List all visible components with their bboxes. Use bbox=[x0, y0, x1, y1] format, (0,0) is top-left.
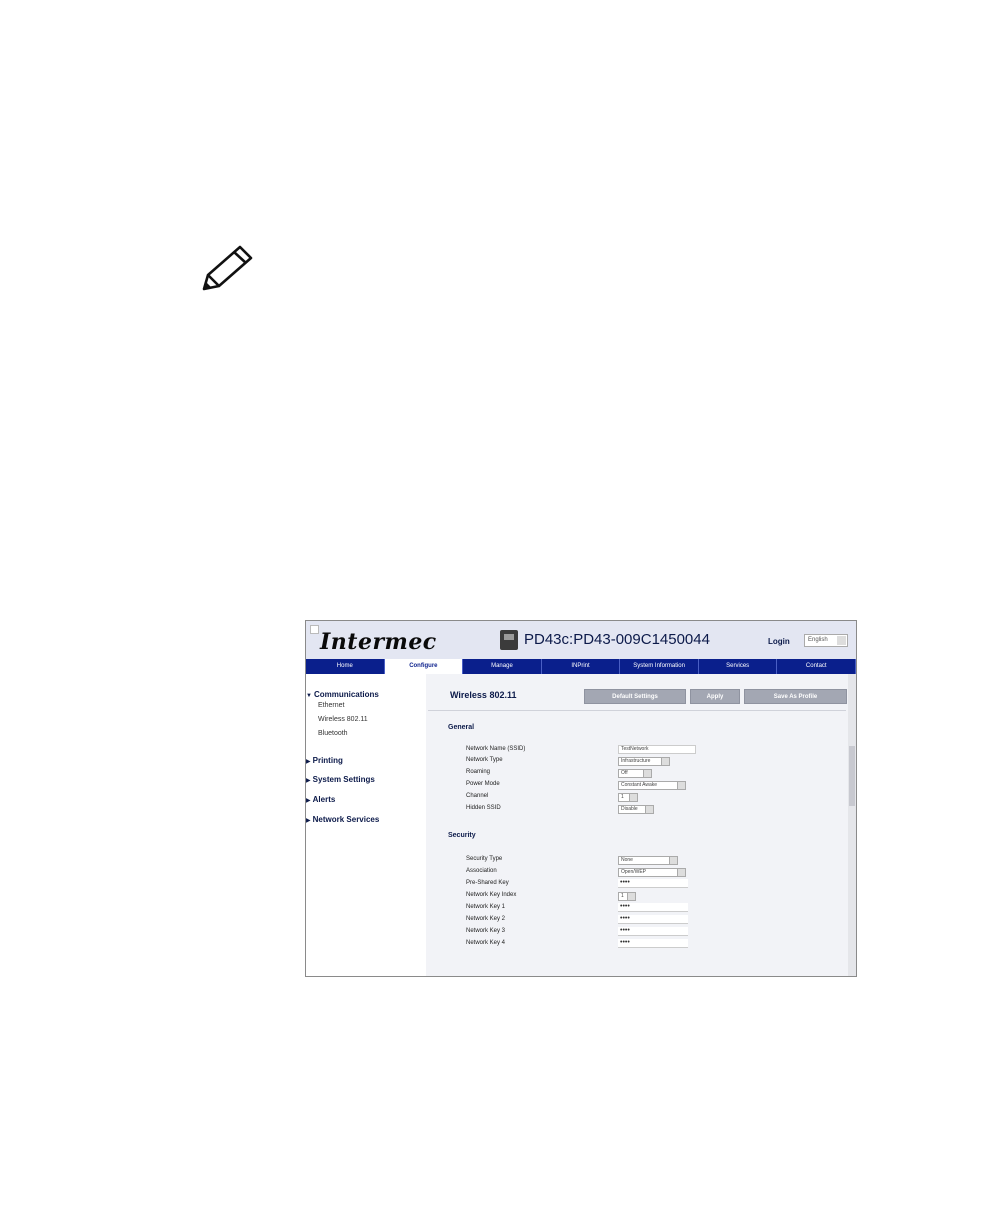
association-select[interactable]: Open/WEP bbox=[618, 868, 686, 877]
language-value: English bbox=[808, 637, 828, 643]
roaming-select[interactable]: Off bbox=[618, 769, 652, 778]
dropdown-arrow-icon bbox=[645, 806, 653, 813]
page-title: Wireless 802.11 bbox=[450, 690, 517, 700]
default-settings-button[interactable]: Default Settings bbox=[584, 689, 686, 704]
network-key-2-input[interactable]: •••• bbox=[618, 915, 688, 924]
label-network-key-index: Network Key Index bbox=[466, 892, 517, 898]
sidebar-item-ethernet[interactable]: Ethernet bbox=[318, 702, 344, 709]
dropdown-arrow-icon bbox=[643, 770, 651, 777]
label-channel: Channel bbox=[466, 793, 489, 799]
caret-right-icon: ▶ bbox=[306, 778, 311, 784]
label-security-type: Security Type bbox=[466, 856, 503, 862]
apply-button[interactable]: Apply bbox=[690, 689, 740, 704]
sidebar-item-alerts[interactable]: ▶ Alerts bbox=[306, 795, 335, 804]
label-network-key-1: Network Key 1 bbox=[466, 904, 506, 910]
tab-manage[interactable]: Manage bbox=[463, 659, 542, 674]
caret-right-icon: ▶ bbox=[306, 798, 311, 804]
content-panel: Wireless 802.11 Default Settings Apply S… bbox=[426, 674, 848, 976]
tab-contact[interactable]: Contact bbox=[777, 659, 856, 674]
sidebar-item-communications[interactable]: ▼ Communications bbox=[306, 690, 379, 699]
pre-shared-key-input[interactable]: •••• bbox=[618, 879, 688, 888]
device-name: PD43c:PD43-009C1450044 bbox=[524, 631, 710, 648]
label-network-key-2: Network Key 2 bbox=[466, 916, 506, 922]
scrollbar-thumb[interactable] bbox=[849, 746, 855, 806]
main-nav: Home Configure Manage INPrint System Inf… bbox=[306, 659, 856, 674]
label-hidden-ssid: Hidden SSID bbox=[466, 805, 501, 811]
pencil-icon bbox=[202, 245, 253, 291]
label-association: Association bbox=[466, 868, 497, 874]
network-key-3-input[interactable]: •••• bbox=[618, 927, 688, 936]
power-mode-select[interactable]: Constant Awake bbox=[618, 781, 686, 790]
dropdown-arrow-icon bbox=[677, 782, 685, 789]
dropdown-arrow-icon bbox=[627, 893, 635, 900]
section-general: General bbox=[448, 724, 475, 731]
label-network-key-3: Network Key 3 bbox=[466, 928, 506, 934]
network-key-4-input[interactable]: •••• bbox=[618, 939, 688, 948]
sidebar: ▼ Communications Ethernet Wireless 802.11… bbox=[306, 674, 426, 976]
dropdown-arrow-icon bbox=[629, 794, 637, 801]
label-network-key-4: Network Key 4 bbox=[466, 940, 506, 946]
network-type-select[interactable]: Infrastructure bbox=[618, 757, 670, 766]
network-name-input[interactable]: TestNetwork bbox=[618, 745, 696, 754]
dropdown-arrow-icon bbox=[661, 758, 669, 765]
sidebar-item-bluetooth[interactable]: Bluetooth bbox=[318, 730, 348, 737]
label-network-name: Network Name (SSID) bbox=[466, 746, 526, 752]
tab-services[interactable]: Services bbox=[699, 659, 778, 674]
tab-configure[interactable]: Configure bbox=[384, 659, 464, 674]
channel-select[interactable]: 1 bbox=[618, 793, 638, 802]
intermec-logo: Intermec bbox=[320, 629, 437, 655]
hidden-ssid-select[interactable]: Disable bbox=[618, 805, 654, 814]
language-select[interactable]: English bbox=[804, 634, 848, 647]
window-corner bbox=[310, 625, 319, 634]
sidebar-item-system-settings[interactable]: ▶ System Settings bbox=[306, 775, 375, 784]
tab-system-information[interactable]: System Information bbox=[620, 659, 699, 674]
label-network-type: Network Type bbox=[466, 757, 503, 763]
save-as-profile-button[interactable]: Save As Profile bbox=[744, 689, 847, 704]
network-key-1-input[interactable]: •••• bbox=[618, 903, 688, 912]
tab-home[interactable]: Home bbox=[306, 659, 385, 674]
caret-right-icon: ▶ bbox=[306, 818, 311, 824]
printer-icon bbox=[500, 630, 518, 650]
caret-right-icon: ▶ bbox=[306, 759, 311, 765]
label-roaming: Roaming bbox=[466, 769, 491, 775]
divider bbox=[428, 710, 846, 711]
tab-inprint[interactable]: INPrint bbox=[542, 659, 621, 674]
scrollbar[interactable] bbox=[848, 674, 856, 976]
dropdown-arrow-icon bbox=[669, 857, 677, 864]
label-power-mode: Power Mode bbox=[466, 781, 500, 787]
dropdown-arrow-icon bbox=[677, 869, 685, 876]
caret-down-icon: ▼ bbox=[306, 693, 312, 699]
sidebar-item-wireless[interactable]: Wireless 802.11 bbox=[318, 716, 368, 723]
login-link[interactable]: Login bbox=[768, 637, 790, 646]
section-security: Security bbox=[448, 832, 476, 839]
sidebar-item-printing[interactable]: ▶ Printing bbox=[306, 756, 343, 765]
embedded-web-page-screenshot: Intermec PD43c:PD43-009C1450044 Login En… bbox=[305, 620, 857, 977]
security-type-select[interactable]: None bbox=[618, 856, 678, 865]
network-key-index-select[interactable]: 1 bbox=[618, 892, 636, 901]
header-bar: Intermec PD43c:PD43-009C1450044 Login En… bbox=[306, 621, 856, 659]
label-pre-shared-key: Pre-Shared Key bbox=[466, 880, 509, 886]
sidebar-item-network-services[interactable]: ▶ Network Services bbox=[306, 815, 379, 824]
